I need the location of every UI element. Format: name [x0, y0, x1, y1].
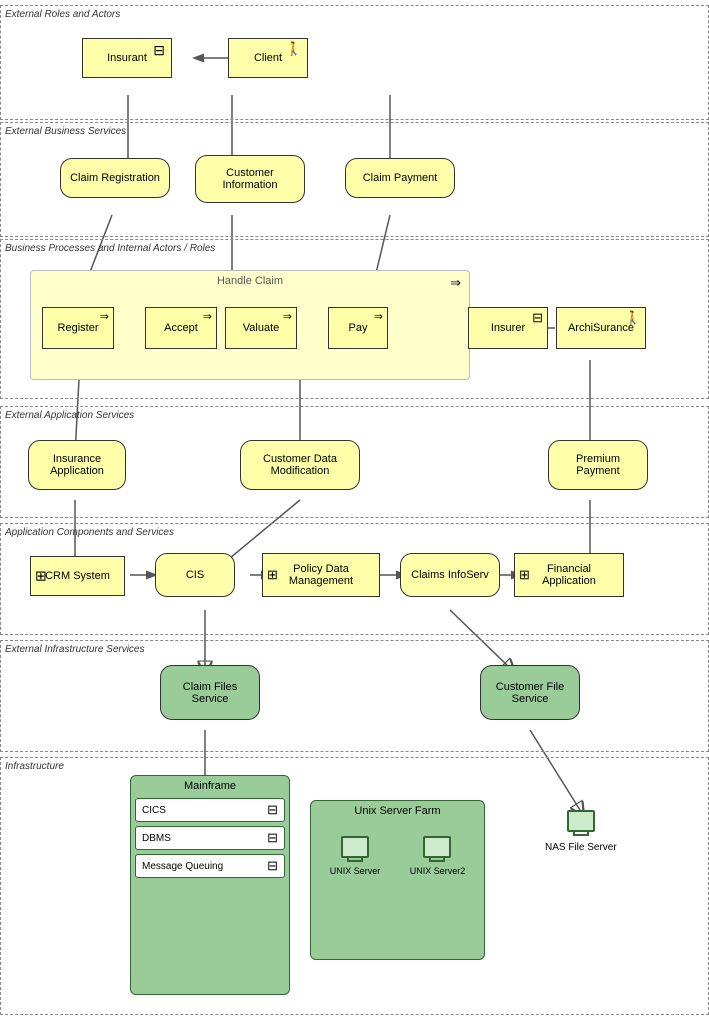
- nas-file-server-container: NAS File Server: [545, 810, 617, 853]
- client-box[interactable]: Client 🚶: [228, 38, 308, 78]
- premium-payment-box[interactable]: Premium Payment: [548, 440, 648, 490]
- valuate-box[interactable]: Valuate ⇒: [225, 307, 297, 349]
- premium-payment-label: Premium Payment: [553, 453, 643, 477]
- customer-information-box[interactable]: Customer Information: [195, 155, 305, 203]
- swimlane-external-infra: External Infrastructure Services: [0, 640, 709, 752]
- diagram-container: External Roles and Actors Insurant ⊟ Cli…: [0, 0, 709, 1021]
- swimlane-external-business-label: External Business Services: [5, 126, 126, 137]
- claim-registration-label: Claim Registration: [70, 172, 160, 184]
- claim-files-service-box[interactable]: Claim Files Service: [160, 665, 260, 720]
- accept-box[interactable]: Accept ⇒: [145, 307, 217, 349]
- accept-arrow-icon: ⇒: [203, 310, 212, 323]
- unix-server-farm-title: Unix Server Farm: [315, 805, 480, 817]
- register-arrow-icon: ⇒: [100, 310, 109, 323]
- swimlane-external-app-label: External Application Services: [5, 410, 134, 421]
- claim-payment-label: Claim Payment: [363, 172, 438, 184]
- nas-monitor: [567, 810, 595, 832]
- nas-file-server-label: NAS File Server: [545, 842, 617, 853]
- crm-system-label: CRM System: [45, 570, 110, 582]
- claims-infoserv-box[interactable]: Claims InfoServ: [400, 553, 500, 597]
- insurant-label: Insurant: [107, 52, 147, 64]
- policy-data-mgmt-label: Policy Data Management: [267, 563, 375, 587]
- archisurance-actor-icon: 🚶: [625, 310, 641, 326]
- mainframe-title: Mainframe: [135, 780, 285, 792]
- cics-icon: ⊟: [267, 802, 278, 818]
- cics-item[interactable]: CICS ⊟: [135, 798, 285, 822]
- customer-data-mod-box[interactable]: Customer Data Modification: [240, 440, 360, 490]
- unix-server-farm-box[interactable]: Unix Server Farm UNIX Server UNIX Server…: [310, 800, 485, 960]
- unix-server2-label: UNIX Server2: [410, 866, 466, 876]
- insurer-component-icon: ⊟: [532, 310, 543, 326]
- dbms-item[interactable]: DBMS ⊟: [135, 826, 285, 850]
- customer-information-label: Customer Information: [200, 167, 300, 191]
- message-queuing-label: Message Queuing: [142, 861, 223, 872]
- cis-label: CIS: [186, 569, 204, 581]
- unix-server2-monitor: [423, 836, 451, 858]
- unix-server2-container: UNIX Server2: [410, 836, 466, 876]
- crm-system-box[interactable]: ⊞ CRM System: [30, 556, 125, 596]
- crm-comp-icon: ⊞: [35, 568, 47, 585]
- customer-file-service-label: Customer File Service: [485, 681, 575, 705]
- handle-claim-arrow-icon: ⇒: [450, 275, 461, 291]
- unix-server-container: UNIX Server: [330, 836, 381, 876]
- cics-label: CICS: [142, 805, 166, 816]
- actor-icon: 🚶: [286, 41, 302, 57]
- valuate-arrow-icon: ⇒: [283, 310, 292, 323]
- insurant-box[interactable]: Insurant ⊟: [82, 38, 172, 78]
- swimlane-app-components-label: Application Components and Services: [5, 527, 174, 538]
- insurance-application-box[interactable]: Insurance Application: [28, 440, 126, 490]
- handle-claim-label: Handle Claim: [217, 275, 283, 287]
- insurer-label: Insurer: [491, 322, 525, 334]
- mq-icon: ⊟: [267, 858, 278, 874]
- swimlane-infrastructure-label: Infrastructure: [5, 761, 64, 772]
- message-queuing-item[interactable]: Message Queuing ⊟: [135, 854, 285, 878]
- register-label: Register: [58, 322, 99, 334]
- client-label: Client: [254, 52, 282, 64]
- pay-box[interactable]: Pay ⇒: [328, 307, 388, 349]
- insurer-box[interactable]: Insurer ⊟: [468, 307, 548, 349]
- swimlane-external-roles-label: External Roles and Actors: [5, 9, 120, 20]
- financial-app-label: Financial Application: [519, 563, 619, 587]
- pdm-comp-icon: ⊞: [267, 567, 278, 583]
- dbms-label: DBMS: [142, 833, 171, 844]
- policy-data-mgmt-box[interactable]: ⊞ Policy Data Management: [262, 553, 380, 597]
- pay-label: Pay: [349, 322, 368, 334]
- valuate-label: Valuate: [243, 322, 280, 334]
- swimlane-external-infra-label: External Infrastructure Services: [5, 644, 145, 655]
- insurance-application-label: Insurance Application: [33, 453, 121, 477]
- claim-registration-box[interactable]: Claim Registration: [60, 158, 170, 198]
- pay-arrow-icon: ⇒: [374, 310, 383, 323]
- customer-file-service-box[interactable]: Customer File Service: [480, 665, 580, 720]
- archisurance-box[interactable]: ArchiSurance 🚶: [556, 307, 646, 349]
- unix-server-label: UNIX Server: [330, 866, 381, 876]
- cis-box[interactable]: CIS: [155, 553, 235, 597]
- claim-files-service-label: Claim Files Service: [165, 681, 255, 705]
- unix-server-monitor: [341, 836, 369, 858]
- claims-infoserv-label: Claims InfoServ: [411, 569, 489, 581]
- accept-label: Accept: [164, 322, 198, 334]
- financial-app-box[interactable]: ⊞ Financial Application: [514, 553, 624, 597]
- register-box[interactable]: Register ⇒: [42, 307, 114, 349]
- fin-comp-icon: ⊞: [519, 567, 530, 583]
- dbms-icon: ⊟: [267, 830, 278, 846]
- claim-payment-box[interactable]: Claim Payment: [345, 158, 455, 198]
- mainframe-box[interactable]: Mainframe CICS ⊟ DBMS ⊟ Message Queuing …: [130, 775, 290, 995]
- swimlane-business-processes-label: Business Processes and Internal Actors /…: [5, 243, 215, 254]
- component-icon: ⊟: [153, 42, 165, 59]
- customer-data-mod-label: Customer Data Modification: [245, 453, 355, 477]
